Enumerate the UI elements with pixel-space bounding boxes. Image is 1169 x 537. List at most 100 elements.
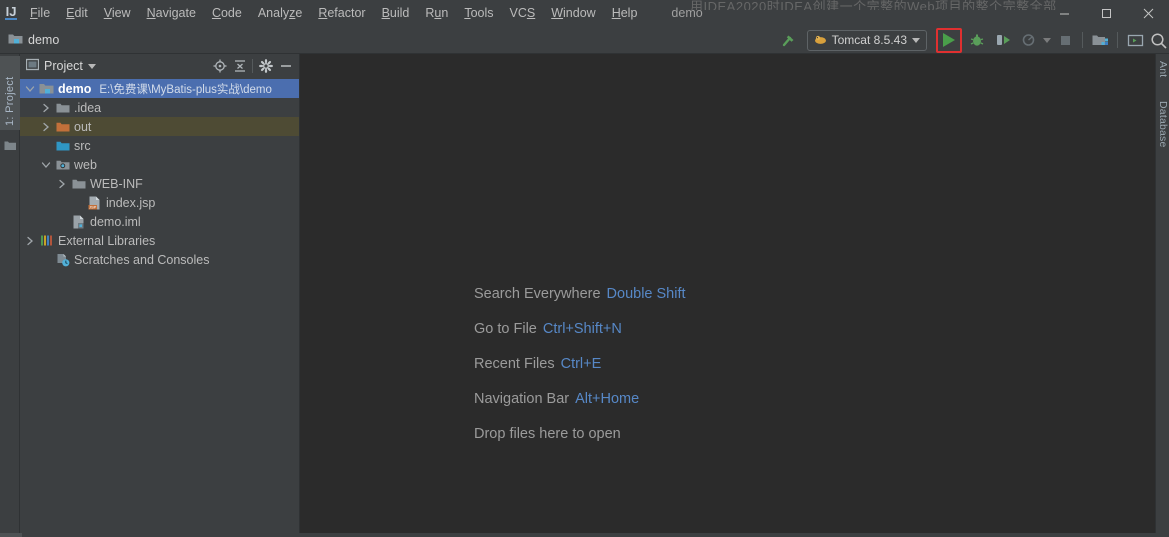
menu-item-build[interactable]: Build — [374, 3, 418, 23]
tree-node-out[interactable]: out — [20, 117, 299, 136]
select-opened-file-icon[interactable] — [210, 57, 229, 76]
folder-source-icon — [55, 136, 70, 155]
bottom-status-strip — [0, 533, 1169, 537]
sidebar-tab-project[interactable]: 1: Project — [0, 56, 20, 130]
project-view-selector[interactable]: Project — [25, 58, 96, 74]
editor-hint-4: Drop files here to open — [474, 426, 686, 442]
tree-node-demo[interactable]: demo E:\免费课\MyBatis-plus实战\demo — [20, 79, 299, 98]
menu-item-code[interactable]: Code — [204, 3, 250, 23]
tree-node-idea[interactable]: .idea — [20, 98, 299, 117]
editor-hint-3: Navigation Bar Alt+Home — [474, 391, 686, 407]
tree-node-label: web — [74, 157, 97, 172]
editor-hint-1: Go to File Ctrl+Shift+N — [474, 321, 686, 337]
settings-gear-icon[interactable] — [256, 57, 275, 76]
menu-mnemonic: C — [211, 6, 221, 20]
tree-node-web[interactable]: web — [20, 155, 299, 174]
tree-node-scratches-and-consoles[interactable]: Scratches and Consoles — [20, 250, 299, 269]
folder-gray-icon — [71, 174, 86, 193]
left-tool-stripe: 1: Project — [0, 54, 20, 537]
chevron-right-icon[interactable] — [40, 117, 51, 136]
menu-item-tools[interactable]: Tools — [456, 3, 501, 23]
chevron-down-icon[interactable] — [24, 79, 35, 98]
chevron-right-icon[interactable] — [24, 231, 35, 250]
hammer-icon[interactable] — [777, 28, 801, 52]
bottom-strip-left — [0, 533, 22, 537]
menu-items: File Edit View Navigate Code Analyze Refactor B… — [22, 3, 645, 23]
folder-orange-icon — [55, 117, 70, 136]
editor-empty-area[interactable]: Search Everywhere Double Shift Go to File C… — [300, 54, 1155, 537]
tree-node-path: E:\免费课\MyBatis-plus实战\demo — [99, 83, 272, 96]
project-tree[interactable]: demo E:\免费课\MyBatis-plus实战\demo .idea out sr… — [20, 78, 299, 537]
project-panel-header: Project — [20, 54, 299, 78]
editor-hint-text: Drop files here to open — [474, 426, 621, 442]
project-panel-actions — [210, 57, 295, 76]
editor-hint-shortcut: Ctrl+Shift+N — [542, 321, 622, 337]
project-panel-separator — [252, 59, 253, 73]
chevron-right-icon[interactable] — [40, 98, 51, 117]
chevron-down-icon[interactable] — [40, 155, 51, 174]
tree-node-label: demo.iml — [90, 214, 141, 229]
menu-mnemonic: V — [103, 6, 112, 20]
tree-node-src[interactable]: src — [20, 136, 299, 155]
menu-mnemonic: N — [146, 6, 156, 20]
menu-item-window[interactable]: Window — [543, 3, 603, 23]
tree-node-index-jsp[interactable]: JSP index.jsp — [20, 193, 299, 212]
project-view-chevron-down-icon — [87, 63, 96, 69]
editor-hint-2: Recent Files Ctrl+E — [474, 356, 686, 372]
profiler-button[interactable] — [1017, 28, 1041, 52]
scratches-icon — [55, 250, 70, 269]
menu-item-file[interactable]: File — [22, 3, 58, 23]
toolbar-separator-1 — [1082, 32, 1083, 48]
hide-panel-icon[interactable] — [276, 57, 295, 76]
profiler-chevron-down-icon[interactable] — [1043, 37, 1051, 43]
breadcrumb[interactable]: demo — [0, 32, 59, 48]
menu-item-edit[interactable]: Edit — [58, 3, 96, 23]
menu-item-refactor[interactable]: Refactor — [310, 3, 373, 23]
chevron-right-icon[interactable] — [56, 174, 67, 193]
menu-item-vcs[interactable]: VCS — [502, 3, 544, 23]
folder-web-icon — [55, 155, 70, 174]
tree-node-label: demo — [58, 81, 92, 96]
stop-button[interactable] — [1053, 28, 1077, 52]
project-tool-window: Project demo E:\免费课\MyBatis-plus实战\demo … — [20, 54, 300, 537]
tomcat-icon — [814, 33, 827, 48]
menu-item-help[interactable]: Help — [604, 3, 646, 23]
editor-hint-text: Search Everywhere — [474, 286, 601, 302]
right-tool-stripe: Ant Database — [1155, 54, 1169, 537]
editor-hints: Search Everywhere Double Shift Go to File C… — [474, 286, 686, 442]
debug-button[interactable] — [965, 28, 989, 52]
menu-mnemonic: H — [611, 6, 621, 20]
menu-mnemonic: W — [551, 6, 564, 20]
menu-mnemonic: B — [381, 6, 390, 20]
editor-hint-text: Go to File — [474, 321, 537, 337]
tree-node-external-libraries[interactable]: External Libraries — [20, 231, 299, 250]
menu-mnemonic: S — [526, 6, 536, 20]
search-button[interactable] — [1149, 28, 1167, 52]
sidebar-tab-database[interactable]: Database — [1156, 98, 1169, 158]
menu-mnemonic: F — [30, 6, 38, 20]
menu-mnemonic: E — [66, 6, 75, 20]
project-folder-icon — [8, 32, 23, 48]
run-configuration-selector[interactable]: Tomcat 8.5.43 — [806, 29, 927, 51]
tree-node-label: External Libraries — [58, 233, 156, 248]
sidebar-tab-ant[interactable]: Ant — [1156, 58, 1169, 88]
menu-item-run[interactable]: Run — [417, 3, 456, 23]
run-button[interactable] — [936, 27, 962, 53]
tree-node-web-inf[interactable]: WEB-INF — [20, 174, 299, 193]
editor-hint-0: Search Everywhere Double Shift — [474, 286, 686, 302]
menu-item-analyze[interactable]: Analyze — [250, 3, 310, 23]
project-structure-button[interactable] — [1088, 28, 1112, 52]
tree-node-demo-iml[interactable]: demo.iml — [20, 212, 299, 231]
run-with-coverage-button[interactable] — [991, 28, 1015, 52]
app-logo-icon: IJ — [0, 0, 22, 26]
collapse-all-icon[interactable] — [230, 57, 249, 76]
project-folder-icon — [39, 79, 54, 98]
terminal-button[interactable] — [1123, 28, 1147, 52]
structure-icon[interactable] — [4, 140, 17, 151]
breadcrumb-label: demo — [28, 32, 60, 47]
svg-text:JSP: JSP — [89, 204, 97, 209]
menu-item-view[interactable]: View — [96, 3, 139, 23]
tree-node-label: src — [74, 138, 91, 153]
menu-item-navigate[interactable]: Navigate — [139, 3, 204, 23]
tree-node-label: index.jsp — [106, 195, 156, 210]
